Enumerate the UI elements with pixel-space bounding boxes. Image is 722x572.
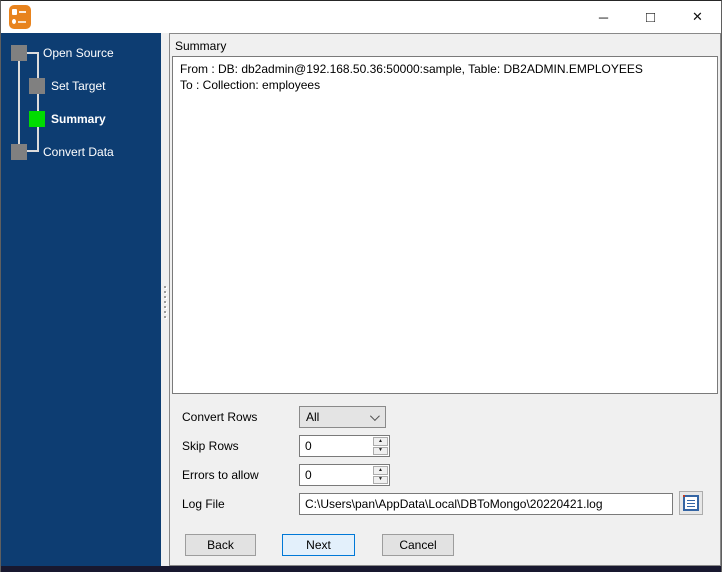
skip-rows-label: Skip Rows [182, 439, 239, 453]
errors-to-allow-label: Errors to allow [182, 468, 259, 482]
step-marker-icon [11, 45, 27, 61]
step-label: Convert Data [43, 145, 114, 159]
step-label: Open Source [43, 46, 114, 60]
log-file-label: Log File [182, 497, 225, 511]
spinner-down-icon[interactable]: ▼ [373, 446, 388, 455]
spinner-buttons: ▲ ▼ [372, 436, 389, 456]
step-marker-icon [29, 78, 45, 94]
step-connector-line [37, 52, 39, 152]
cancel-button[interactable]: Cancel [382, 534, 454, 556]
panel-title: Summary [175, 39, 227, 53]
maximize-icon[interactable]: □ [627, 1, 674, 33]
sidebar-step-open-source[interactable]: Open Source [11, 45, 156, 61]
skip-rows-stepper[interactable]: 0 ▲ ▼ [299, 435, 390, 457]
convert-rows-label: Convert Rows [182, 410, 258, 424]
minimize-icon[interactable]: ─ [580, 1, 627, 33]
sidebar-step-summary[interactable]: Summary [29, 111, 154, 127]
log-file-browse-button[interactable] [679, 491, 703, 515]
document-icon [683, 495, 699, 511]
step-marker-icon [11, 144, 27, 160]
wizard-steps-sidebar: Open Source Set Target Summary Convert D… [1, 33, 161, 566]
errors-to-allow-stepper[interactable]: 0 ▲ ▼ [299, 464, 390, 486]
log-file-value: C:\Users\pan\AppData\Local\DBToMongo\202… [305, 497, 603, 511]
spinner-down-icon[interactable]: ▼ [373, 475, 388, 484]
app-window: ─ □ ✕ Open Source Set Target Summary Con… [0, 0, 722, 572]
splitter-grip-icon [164, 286, 166, 318]
chevron-down-icon [369, 410, 380, 421]
window-controls: ─ □ ✕ [580, 1, 721, 33]
log-file-input[interactable]: C:\Users\pan\AppData\Local\DBToMongo\202… [299, 493, 673, 515]
spinner-buttons: ▲ ▼ [372, 465, 389, 485]
app-icon[interactable] [9, 5, 31, 29]
app-icon-detail [12, 19, 16, 24]
app-icon-detail [12, 9, 17, 15]
sidebar-step-set-target[interactable]: Set Target [29, 78, 154, 94]
step-label: Summary [51, 112, 106, 126]
app-icon-detail [19, 11, 26, 13]
convert-rows-select[interactable]: All [299, 406, 386, 428]
summary-line-to: To : Collection: employees [180, 78, 321, 92]
skip-rows-value: 0 [305, 439, 312, 453]
step-label: Set Target [51, 79, 106, 93]
summary-line-from: From : DB: db2admin@192.168.50.36:50000:… [180, 62, 643, 76]
next-button[interactable]: Next [282, 534, 355, 556]
sidebar-splitter[interactable] [161, 33, 169, 566]
sidebar-step-convert-data[interactable]: Convert Data [11, 144, 156, 160]
step-marker-icon-current [29, 111, 45, 127]
summary-panel: Summary From : DB: db2admin@192.168.50.3… [169, 33, 721, 566]
summary-textbox[interactable]: From : DB: db2admin@192.168.50.36:50000:… [172, 56, 718, 394]
app-icon-detail [18, 21, 26, 23]
close-icon[interactable]: ✕ [674, 1, 721, 33]
step-connector-line [18, 61, 20, 145]
spinner-up-icon[interactable]: ▲ [373, 437, 388, 446]
title-bar: ─ □ ✕ [1, 1, 721, 33]
convert-rows-value: All [306, 410, 320, 424]
errors-to-allow-value: 0 [305, 468, 312, 482]
window-bottom-edge [1, 566, 721, 572]
spinner-up-icon[interactable]: ▲ [373, 466, 388, 475]
back-button[interactable]: Back [185, 534, 256, 556]
